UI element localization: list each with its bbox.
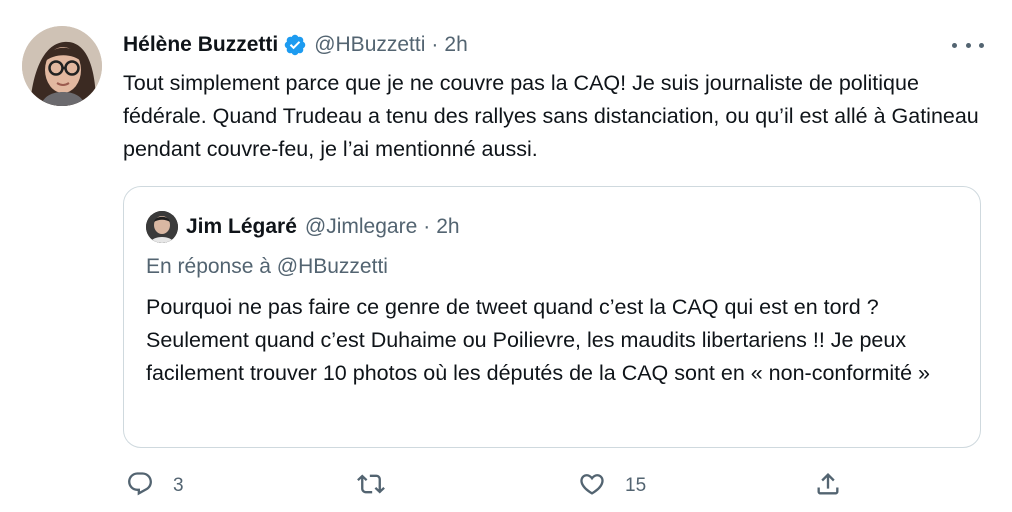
share-icon [814, 470, 842, 503]
quoted-reply-to[interactable]: En réponse à @HBuzzetti [146, 255, 388, 279]
reply-count: 3 [173, 475, 184, 496]
tweet-header: Hélène Buzzetti @HBuzzetti · 2h [123, 30, 468, 60]
share-button[interactable] [814, 468, 842, 504]
quoted-author-avatar[interactable] [146, 211, 178, 243]
quoted-author-name[interactable]: Jim Légaré [186, 215, 297, 239]
quoted-author-avatar-image [146, 211, 178, 243]
like-icon [578, 470, 606, 503]
quoted-tweet[interactable]: Jim Légaré @Jimlegare · 2h En réponse à … [123, 186, 981, 448]
quoted-header-separator: · [423, 215, 431, 238]
author-avatar[interactable] [22, 26, 102, 106]
retweet-icon [357, 470, 385, 503]
reply-button[interactable]: 3 [126, 468, 184, 504]
tweet-actions: 3 15 [0, 468, 1012, 508]
reply-icon [126, 470, 154, 503]
tweet[interactable]: Hélène Buzzetti @HBuzzetti · 2h Tout sim… [0, 0, 1012, 512]
tweet-timestamp[interactable]: 2h [444, 33, 467, 57]
quoted-tweet-text: Pourquoi ne pas faire ce genre de tweet … [146, 295, 931, 385]
quoted-tweet-header: Jim Légaré @Jimlegare · 2h [146, 211, 460, 243]
like-button[interactable]: 15 [578, 468, 646, 504]
verified-badge-icon [283, 33, 307, 57]
author-name[interactable]: Hélène Buzzetti [123, 33, 278, 57]
header-separator: · [431, 33, 439, 56]
more-icon[interactable] [952, 36, 984, 54]
quoted-tweet-timestamp[interactable]: 2h [436, 215, 459, 239]
like-count: 15 [625, 475, 647, 496]
quoted-author-handle[interactable]: @Jimlegare [305, 215, 417, 239]
author-handle[interactable]: @HBuzzetti [314, 33, 425, 57]
author-avatar-image [22, 26, 102, 106]
tweet-text: Tout simplement parce que je ne couvre p… [123, 71, 979, 161]
retweet-button[interactable] [357, 468, 404, 504]
